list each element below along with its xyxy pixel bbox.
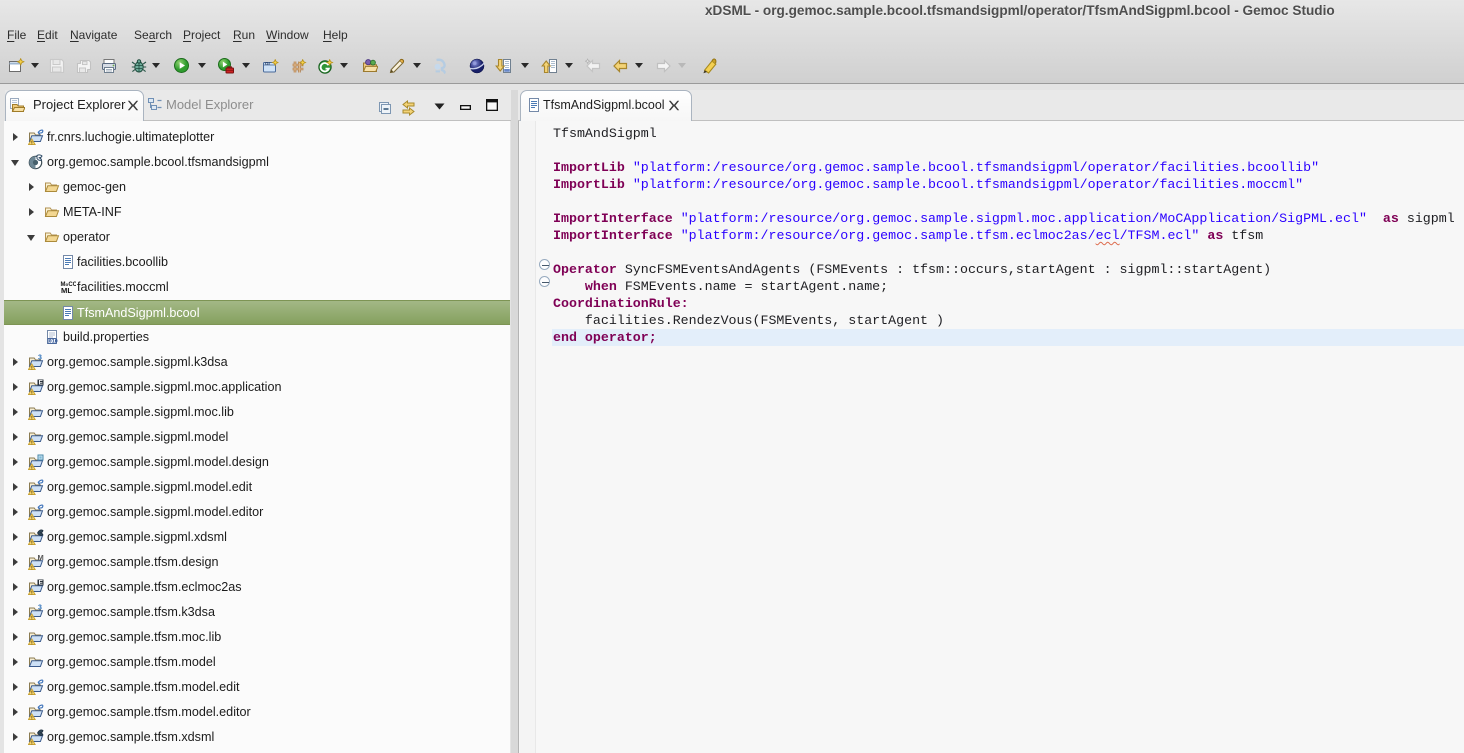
svg-text:ML: ML xyxy=(61,286,72,295)
svg-text:Gr: Gr xyxy=(265,61,271,66)
svg-text:3: 3 xyxy=(38,605,42,612)
svg-text:M: M xyxy=(38,554,44,562)
svg-text:3: 3 xyxy=(38,355,42,362)
svg-text:E: E xyxy=(39,380,44,387)
svg-text:E: E xyxy=(39,580,44,587)
svg-text:010: 010 xyxy=(49,339,58,345)
